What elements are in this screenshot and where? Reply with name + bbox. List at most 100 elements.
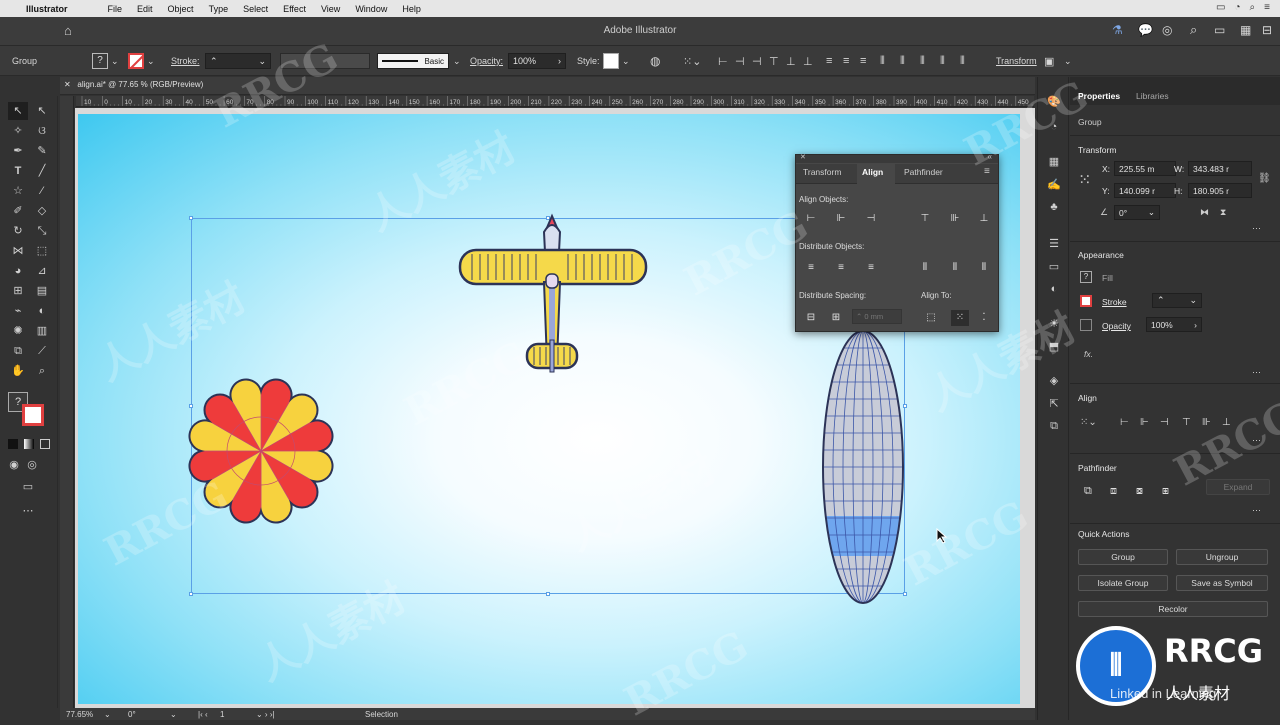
menu-object[interactable]: Object — [168, 4, 194, 14]
battery-icon[interactable]: ▭ — [1216, 2, 1225, 13]
blend-tool-icon[interactable]: ◐ — [32, 302, 52, 320]
props-align-top-icon[interactable]: ⊤ — [1182, 417, 1191, 428]
pen-tool-icon[interactable]: ✒ — [8, 142, 28, 160]
symbols-icon[interactable]: ♣ — [1046, 201, 1062, 215]
discover-icon[interactable]: ◎ — [1162, 23, 1172, 37]
type-tool-icon[interactable]: T — [8, 162, 28, 180]
h-align-center-icon[interactable]: ⊩ — [834, 213, 848, 225]
tab-properties[interactable]: Properties — [1078, 91, 1120, 101]
align-left-icon[interactable]: ⊢ — [718, 46, 728, 76]
expand-button[interactable]: Expand — [1206, 479, 1270, 495]
edit-toolbar-icon[interactable]: ⋯ — [18, 502, 38, 520]
blimp-graphic[interactable] — [820, 328, 906, 606]
dist-top-icon[interactable]: ≡ — [826, 46, 832, 76]
dist-bottom-icon[interactable]: ≡ — [860, 46, 866, 76]
direct-selection-tool-icon[interactable]: ↖ — [32, 102, 52, 120]
h-field[interactable]: 180.905 r — [1188, 183, 1252, 198]
rotation-value[interactable]: 0° — [128, 710, 136, 719]
v-align-center-icon[interactable]: ⊪ — [948, 213, 962, 225]
layers-icon[interactable]: ◈ — [1046, 374, 1062, 388]
align-to-artboard-icon[interactable]: ⁚ — [977, 312, 991, 324]
flip-horizontal-icon[interactable]: ⧓ — [1200, 207, 1209, 218]
align-to-menu-icon[interactable]: ⁙⌄ — [1080, 417, 1097, 428]
gradient-tool-icon[interactable]: ▤ — [32, 282, 52, 300]
align-to-icon[interactable]: ⁙⌄ — [683, 46, 701, 76]
align-to-selection-icon[interactable]: ⬚ — [924, 312, 938, 324]
stroke-panel-icon[interactable]: ☰ — [1046, 237, 1062, 251]
group-button[interactable]: Group — [1078, 549, 1168, 565]
comments-icon[interactable]: 💬 — [1138, 23, 1153, 37]
star-tool-icon[interactable]: ☆ — [8, 182, 28, 200]
v-dist-center-icon[interactable]: ≡ — [834, 262, 848, 274]
menu-select[interactable]: Select — [243, 4, 268, 14]
airplane-graphic[interactable] — [458, 212, 648, 382]
rotation-chevron-icon[interactable]: ⌄ — [170, 710, 177, 719]
artboard-tool-icon[interactable]: ⧉ — [8, 342, 28, 360]
align-vcenter-icon[interactable]: ⊥ — [786, 46, 796, 76]
x-field[interactable]: 225.55 m — [1114, 161, 1176, 176]
slice-tool-icon[interactable]: ⟋ — [32, 342, 52, 360]
v-dist-top-icon[interactable]: ≡ — [804, 262, 818, 274]
h-dist-space-icon[interactable]: ⊞ — [829, 312, 843, 324]
line-tool-icon[interactable]: ╱ — [32, 162, 52, 180]
gradient-panel-icon[interactable]: ▭ — [1046, 260, 1062, 274]
color-mode-icon[interactable] — [8, 439, 18, 449]
transform-link[interactable]: Transform — [996, 46, 1037, 76]
stroke-box-icon[interactable] — [22, 404, 44, 426]
flask-icon[interactable]: ⚗ — [1112, 23, 1123, 37]
hand-tool-icon[interactable]: ✋ — [8, 362, 28, 380]
props-align-bottom-icon[interactable]: ⊥ — [1222, 417, 1231, 428]
next-artboard-icon[interactable]: ⌄ › ›| — [256, 710, 275, 719]
brushes-icon[interactable]: ✍ — [1046, 178, 1062, 192]
curvature-tool-icon[interactable]: ✎ — [32, 142, 52, 160]
document-tab[interactable]: ✕ align.ai* @ 77.65 % (RGB/Preview) — [64, 80, 203, 89]
angle-field[interactable]: 0° ⌄ — [1114, 205, 1160, 220]
menu-edit[interactable]: Edit — [137, 4, 153, 14]
v-dist-bottom-icon[interactable]: ≡ — [864, 262, 878, 274]
fill-swatch[interactable]: ? ⌄ — [92, 46, 119, 76]
props-align-vcenter-icon[interactable]: ⊪ — [1202, 417, 1211, 428]
h-dist-right-icon[interactable]: ⦀ — [977, 262, 991, 274]
menu-effect[interactable]: Effect — [283, 4, 306, 14]
gradient-mode-icon[interactable] — [24, 439, 34, 449]
stroke-weight-field[interactable]: ⌃ ⌄ — [205, 46, 271, 76]
stroke-swatch[interactable]: ⌄ — [128, 46, 155, 76]
y-field[interactable]: 140.099 r — [1114, 183, 1176, 198]
options-chevron-icon[interactable]: ⌄ — [1064, 46, 1072, 76]
reference-point-icon[interactable]: ⁙ — [1078, 170, 1091, 190]
align-hcenter-icon[interactable]: ⊣ — [735, 46, 745, 76]
swatches-icon[interactable]: ▦ — [1046, 155, 1062, 169]
unite-icon[interactable]: ⧉ — [1084, 485, 1092, 498]
props-align-right-icon[interactable]: ⊣ — [1160, 417, 1169, 428]
tab-pathfinder[interactable]: Pathfinder — [904, 167, 943, 177]
eraser-tool-icon[interactable]: ◇ — [32, 202, 52, 220]
wifi-icon[interactable]: ◔ — [1235, 2, 1241, 13]
dist-space-icon[interactable]: ⦀ — [940, 46, 945, 76]
parachute-graphic[interactable] — [186, 376, 336, 526]
opacity-field[interactable]: 100% › — [508, 46, 566, 76]
graphic-style-swatch[interactable]: ⌄ — [603, 46, 630, 76]
lasso-tool-icon[interactable]: ଓ — [32, 122, 52, 140]
workspace-icon[interactable]: ▭ — [1214, 23, 1225, 37]
more-align-icon[interactable]: ⋯ — [1252, 435, 1261, 446]
menu-window[interactable]: Window — [355, 4, 387, 14]
perspective-grid-tool-icon[interactable]: ⊿ — [32, 262, 52, 280]
artboard-number[interactable]: 1 — [220, 710, 224, 719]
vertical-ruler[interactable] — [60, 96, 74, 708]
ungroup-button[interactable]: Ungroup — [1176, 549, 1268, 565]
draw-normal-icon[interactable]: ◉ — [4, 456, 24, 474]
w-field[interactable]: 343.483 r — [1188, 161, 1252, 176]
stroke-label[interactable]: Stroke — [1102, 297, 1127, 307]
tab-libraries[interactable]: Libraries — [1136, 91, 1169, 101]
stroke-weight-field[interactable]: ⌃ ⌄ — [1152, 293, 1202, 308]
first-artboard-icon[interactable]: |‹ ‹ — [198, 710, 208, 719]
graphic-styles-icon[interactable]: ⬒ — [1046, 340, 1062, 354]
panel-menu-icon[interactable]: ≡ — [984, 166, 990, 177]
menu-type[interactable]: Type — [209, 4, 229, 14]
zoom-tool-icon[interactable]: ⌕ — [32, 362, 52, 380]
handle-bl[interactable] — [189, 592, 193, 596]
arrange-docs-icon[interactable]: ▦ — [1240, 23, 1251, 37]
save-as-symbol-button[interactable]: Save as Symbol — [1176, 575, 1268, 591]
menu-file[interactable]: File — [108, 4, 123, 14]
recolor-button[interactable]: Recolor — [1078, 601, 1268, 617]
